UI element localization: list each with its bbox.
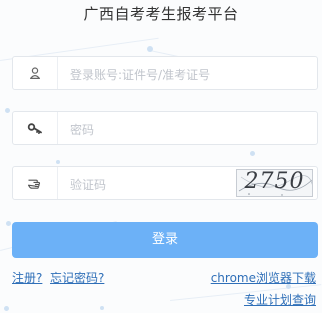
background-dot [250, 151, 255, 156]
captcha-text: 2750 [244, 169, 305, 194]
password-placeholder: 密码 [70, 123, 95, 137]
login-button[interactable]: 登录 [12, 222, 318, 258]
login-page: 广西自考考生报考平台 登录账号:证件号/准考证号 密码 验证码 2750 登录 … [0, 0, 322, 313]
account-field[interactable]: 登录账号:证件号/准考证号 [12, 56, 318, 90]
captcha-placeholder: 验证码 [70, 178, 107, 192]
major-plan-link[interactable]: 专业计划查询 [244, 291, 316, 308]
account-placeholder: 登录账号:证件号/准考证号 [70, 68, 211, 82]
key-icon [13, 112, 58, 144]
background-dot [5, 108, 10, 113]
password-field[interactable]: 密码 [12, 111, 318, 145]
captcha-field[interactable]: 验证码 2750 [12, 166, 318, 200]
background-dot [100, 306, 104, 310]
chrome-download-link[interactable]: chrome浏览器下载 [211, 269, 316, 286]
register-link[interactable]: 注册? [12, 269, 42, 286]
captcha-image[interactable]: 2750 [236, 169, 313, 197]
user-icon [13, 57, 58, 89]
hand-pointer-icon [13, 167, 58, 199]
background-dot [56, 160, 60, 164]
page-title: 广西自考考生报考平台 [83, 5, 239, 23]
forgot-password-link[interactable]: 忘记密码? [50, 269, 104, 286]
background-dot [147, 46, 153, 52]
background-dot [6, 221, 11, 226]
background-dot [4, 306, 9, 311]
